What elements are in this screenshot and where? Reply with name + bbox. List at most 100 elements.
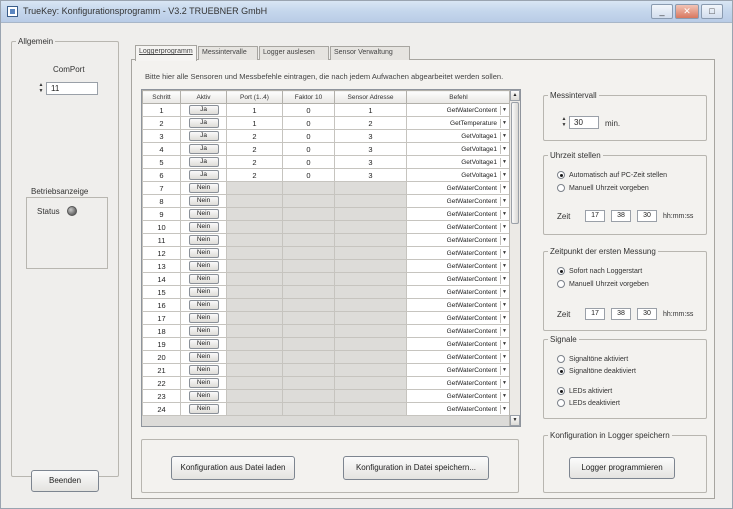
port-cell[interactable]: 1 — [226, 116, 283, 130]
command-cell[interactable]: GetWaterContent ▼ — [406, 389, 511, 403]
command-cell[interactable]: GetWaterContent ▼ — [406, 194, 511, 208]
first-measure-minute-input[interactable]: 38 — [611, 308, 631, 320]
active-toggle-button[interactable]: Nein — [188, 196, 219, 206]
port-cell[interactable]: 2 — [226, 142, 283, 156]
interval-spin-arrows[interactable]: ▲ ▼ — [561, 116, 567, 129]
port-cell[interactable] — [226, 402, 283, 416]
address-cell[interactable] — [334, 324, 407, 338]
port-cell[interactable] — [226, 246, 283, 260]
dropdown-arrow-icon[interactable]: ▼ — [500, 391, 508, 401]
factor-cell[interactable]: 0 — [282, 116, 335, 130]
address-cell[interactable] — [334, 194, 407, 208]
address-cell[interactable] — [334, 337, 407, 351]
factor-cell[interactable] — [282, 324, 335, 338]
active-toggle-button[interactable]: Nein — [188, 365, 219, 375]
command-cell[interactable]: GetVoltage1 ▼ — [406, 168, 511, 182]
command-cell[interactable]: GetWaterContent ▼ — [406, 181, 511, 195]
command-cell[interactable]: GetWaterContent ▼ — [406, 103, 511, 117]
dropdown-arrow-icon[interactable]: ▼ — [500, 131, 508, 141]
dropdown-arrow-icon[interactable]: ▼ — [500, 326, 508, 336]
address-cell[interactable] — [334, 259, 407, 273]
port-cell[interactable] — [226, 181, 283, 195]
active-toggle-button[interactable]: Nein — [188, 339, 219, 349]
first-measure-now-radio[interactable]: Sofort nach Loggerstart — [557, 267, 642, 275]
dropdown-arrow-icon[interactable]: ▼ — [500, 157, 508, 167]
address-cell[interactable]: 3 — [334, 168, 407, 182]
dropdown-arrow-icon[interactable]: ▼ — [500, 144, 508, 154]
command-cell[interactable]: GetWaterContent ▼ — [406, 259, 511, 273]
active-toggle-button[interactable]: Nein — [188, 287, 219, 297]
port-cell[interactable] — [226, 363, 283, 377]
dropdown-arrow-icon[interactable]: ▼ — [500, 105, 508, 115]
dropdown-arrow-icon[interactable]: ▼ — [500, 313, 508, 323]
dropdown-arrow-icon[interactable]: ▼ — [500, 183, 508, 193]
command-cell[interactable]: GetWaterContent ▼ — [406, 272, 511, 286]
port-cell[interactable] — [226, 285, 283, 299]
address-cell[interactable] — [334, 350, 407, 364]
active-toggle-button[interactable]: Nein — [188, 222, 219, 232]
port-cell[interactable] — [226, 324, 283, 338]
factor-cell[interactable] — [282, 181, 335, 195]
command-cell[interactable]: GetWaterContent ▼ — [406, 350, 511, 364]
active-toggle-button[interactable]: Nein — [188, 404, 219, 414]
command-cell[interactable]: GetWaterContent ▼ — [406, 233, 511, 247]
factor-cell[interactable] — [282, 272, 335, 286]
dropdown-arrow-icon[interactable]: ▼ — [500, 170, 508, 180]
active-toggle-button[interactable]: Ja — [188, 144, 219, 154]
address-cell[interactable]: 3 — [334, 142, 407, 156]
active-toggle-button[interactable]: Nein — [188, 326, 219, 336]
active-toggle-button[interactable]: Ja — [188, 131, 219, 141]
clock-hour-input[interactable]: 17 — [585, 210, 605, 222]
port-cell[interactable] — [226, 194, 283, 208]
dropdown-arrow-icon[interactable]: ▼ — [500, 261, 508, 271]
address-cell[interactable]: 3 — [334, 129, 407, 143]
command-cell[interactable]: GetWaterContent ▼ — [406, 298, 511, 312]
scroll-up-icon[interactable]: ▲ — [510, 90, 520, 101]
factor-cell[interactable]: 0 — [282, 103, 335, 117]
maximize-button[interactable]: □ — [701, 4, 723, 19]
factor-cell[interactable] — [282, 194, 335, 208]
port-cell[interactable] — [226, 272, 283, 286]
active-toggle-button[interactable]: Ja — [188, 105, 219, 115]
factor-cell[interactable] — [282, 363, 335, 377]
factor-cell[interactable] — [282, 259, 335, 273]
address-cell[interactable]: 2 — [334, 116, 407, 130]
signals-off-radio[interactable]: Signaltöne deaktiviert — [557, 367, 636, 375]
clock-second-input[interactable]: 30 — [637, 210, 657, 222]
exit-button[interactable]: Beenden — [31, 470, 99, 492]
interval-input[interactable]: 30 — [569, 116, 599, 129]
address-cell[interactable] — [334, 311, 407, 325]
active-toggle-button[interactable]: Ja — [188, 118, 219, 128]
port-cell[interactable] — [226, 389, 283, 403]
clock-minute-input[interactable]: 38 — [611, 210, 631, 222]
factor-cell[interactable] — [282, 311, 335, 325]
tab-sensor-verwaltung[interactable]: Sensor Verwaltung — [330, 46, 410, 60]
factor-cell[interactable] — [282, 389, 335, 403]
address-cell[interactable] — [334, 220, 407, 234]
command-cell[interactable]: GetWaterContent ▼ — [406, 207, 511, 221]
port-cell[interactable]: 2 — [226, 129, 283, 143]
address-cell[interactable] — [334, 402, 407, 416]
dropdown-arrow-icon[interactable]: ▼ — [500, 196, 508, 206]
factor-cell[interactable] — [282, 220, 335, 234]
port-cell[interactable] — [226, 350, 283, 364]
dropdown-arrow-icon[interactable]: ▼ — [500, 339, 508, 349]
command-cell[interactable]: GetWaterContent ▼ — [406, 246, 511, 260]
port-cell[interactable] — [226, 207, 283, 221]
command-cell[interactable]: GetTemperature ▼ — [406, 116, 511, 130]
active-toggle-button[interactable]: Nein — [188, 352, 219, 362]
tab-messintervalle[interactable]: Messintervalle — [198, 46, 258, 60]
port-cell[interactable] — [226, 259, 283, 273]
tab-loggerprogramm[interactable]: Loggerprogramm — [135, 45, 197, 61]
scroll-thumb[interactable] — [511, 102, 519, 224]
command-cell[interactable]: GetWaterContent ▼ — [406, 402, 511, 416]
minimize-button[interactable]: _ — [651, 4, 673, 19]
dropdown-arrow-icon[interactable]: ▼ — [500, 235, 508, 245]
active-toggle-button[interactable]: Ja — [188, 170, 219, 180]
dropdown-arrow-icon[interactable]: ▼ — [500, 287, 508, 297]
command-cell[interactable]: GetWaterContent ▼ — [406, 285, 511, 299]
dropdown-arrow-icon[interactable]: ▼ — [500, 118, 508, 128]
active-toggle-button[interactable]: Nein — [188, 274, 219, 284]
dropdown-arrow-icon[interactable]: ▼ — [500, 300, 508, 310]
scroll-down-icon[interactable]: ▼ — [510, 415, 520, 426]
